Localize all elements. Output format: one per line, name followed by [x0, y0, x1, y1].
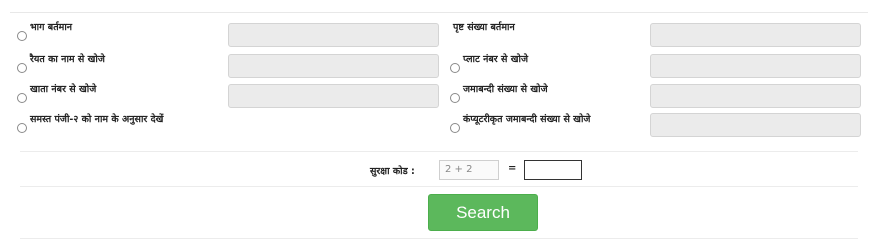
option-khata-number[interactable]: खाता नंबर से खोजे [17, 84, 96, 103]
option-label: भाग बर्तमान [30, 22, 73, 33]
option-label: प्लाट नंबर से खोजे [463, 54, 528, 65]
option-label: समस्त पंजी-२ को नाम के अनुसार देखें [30, 114, 164, 125]
option-jamabandi-number[interactable]: जमाबन्दी संख्या से खोजे [450, 84, 548, 103]
option-raiyat-name[interactable]: रैयत का नाम से खोजे [17, 54, 105, 73]
radio-icon[interactable] [450, 123, 460, 133]
radio-icon[interactable] [450, 63, 460, 73]
radio-icon[interactable] [450, 93, 460, 103]
page-number-field[interactable] [650, 23, 861, 47]
option-label: खाता नंबर से खोजे [30, 84, 97, 95]
part-current-field[interactable] [228, 23, 439, 47]
radio-icon[interactable] [17, 63, 27, 73]
option-label: पृष्ट संख्या बर्तमान [453, 22, 515, 33]
option-label: रैयत का नाम से खोजे [30, 54, 105, 65]
raiyat-name-field[interactable] [228, 54, 439, 78]
captcha-label: सुरक्षा कोड : [370, 166, 415, 177]
search-button[interactable]: Search [428, 194, 538, 231]
option-plot-number[interactable]: प्लाट नंबर से खोजे [450, 54, 528, 73]
divider [20, 151, 858, 152]
option-computerized-jamabandi[interactable]: कंप्यूटरीकृत जमाबन्दी संख्या से खोजे [450, 114, 590, 133]
captcha-answer-input[interactable] [524, 160, 582, 180]
jamabandi-number-field[interactable] [650, 84, 861, 108]
radio-icon[interactable] [17, 31, 27, 41]
option-label: जमाबन्दी संख्या से खोजे [463, 84, 548, 95]
plot-number-field[interactable] [650, 54, 861, 78]
radio-icon[interactable] [17, 93, 27, 103]
option-label: कंप्यूटरीकृत जमाबन्दी संख्या से खोजे [463, 114, 591, 125]
option-page-number: पृष्ट संख्या बर्तमान [440, 22, 515, 41]
radio-icon[interactable] [17, 123, 27, 133]
divider [20, 238, 858, 239]
divider [20, 186, 858, 187]
khata-number-field[interactable] [228, 84, 439, 108]
captcha-question: 2 + 2 [439, 160, 499, 180]
option-part-current[interactable]: भाग बर्तमान [17, 22, 72, 41]
computerized-jamabandi-field[interactable] [650, 113, 861, 137]
top-divider [10, 12, 868, 13]
captcha-equals: = [508, 163, 517, 174]
option-register-by-name[interactable]: समस्त पंजी-२ को नाम के अनुसार देखें [17, 114, 163, 133]
